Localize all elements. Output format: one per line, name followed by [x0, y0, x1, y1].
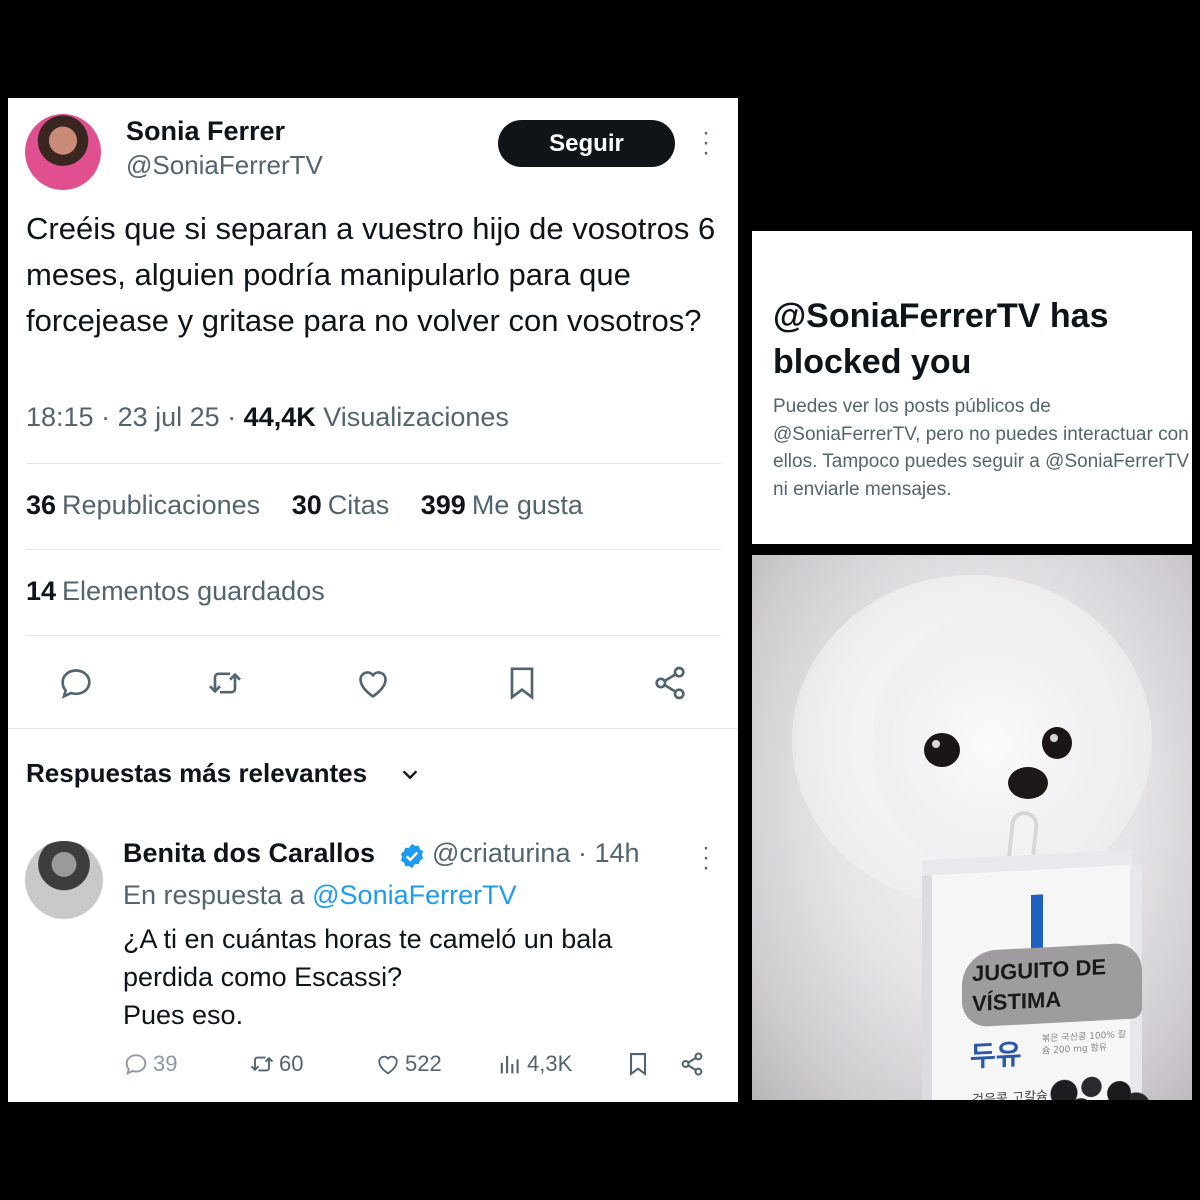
reply-views-action[interactable]: 4,3K	[496, 1050, 572, 1078]
author-handle[interactable]: @SoniaFerrerTV	[126, 150, 323, 181]
reply-author-name[interactable]: Benita dos Carallos	[123, 838, 375, 869]
reply-actions: 39 60 522 4,3K	[8, 1050, 738, 1090]
replies-sort-label[interactable]: Respuestas más relevantes	[26, 758, 367, 789]
reply-repost-action[interactable]: 60	[248, 1050, 303, 1078]
bookmark-icon	[629, 1053, 647, 1077]
divider	[26, 549, 721, 550]
views-count: 44,4K	[243, 402, 316, 432]
reply-author-avatar[interactable]	[25, 841, 103, 919]
dog-left-eye	[924, 733, 960, 767]
reply-share-action[interactable]	[678, 1050, 706, 1078]
divider	[8, 728, 738, 729]
blocked-title: @SoniaFerrerTV has blocked you	[773, 297, 1109, 381]
engagement-stats: 36 Republicaciones 30 Citas 399 Me gusta	[26, 490, 607, 521]
repost-icon[interactable]	[205, 663, 245, 703]
meme-image: JUGUITO DE VÍSTIMA 두유 볶은 국산콩 100% 칼슘 200…	[752, 555, 1192, 1100]
likes-stat[interactable]: 399 Me gusta	[421, 490, 583, 520]
reposts-stat[interactable]: 36 Republicaciones	[26, 490, 260, 520]
reply-replies-action[interactable]: 39	[122, 1050, 177, 1078]
dog-nose	[1008, 767, 1048, 799]
quotes-stat[interactable]: 30 Citas	[292, 490, 390, 520]
share-icon	[681, 1052, 703, 1076]
reply-icon	[125, 1054, 147, 1076]
follow-button[interactable]: Seguir	[498, 120, 675, 167]
views-label: Visualizaciones	[323, 402, 509, 432]
bookmark-icon[interactable]	[502, 663, 542, 703]
tweet-date[interactable]: 23 jul 25	[118, 402, 220, 432]
reply-more-options-icon[interactable]: · · ·	[698, 836, 714, 880]
sticker-text: JUGUITO DE VÍSTIMA	[972, 954, 1107, 1017]
divider	[26, 635, 721, 636]
author-name[interactable]: Sonia Ferrer	[126, 116, 285, 147]
carton-bottom-text: 검은콩 고칼슘	[972, 1089, 1048, 1100]
carton-small-print: 볶은 국산콩 100% 칼슘 200 mg 함유	[1042, 1030, 1126, 1057]
tweet-meta: 18:15 · 23 jul 25 · 44,4K Visualizacione…	[26, 402, 509, 432]
juice-carton: JUGUITO DE VÍSTIMA 두유 볶은 국산콩 100% 칼슘 200…	[922, 864, 1152, 1100]
dog-face	[872, 615, 1112, 875]
mention-link[interactable]: @SoniaFerrerTV	[312, 880, 516, 910]
analytics-icon	[500, 1055, 519, 1074]
carton-stripe	[1031, 894, 1043, 956]
carton-brand: 두유	[970, 1037, 1022, 1074]
repost-icon	[250, 1056, 274, 1072]
author-avatar[interactable]	[25, 114, 101, 190]
reply-time[interactable]: 14h	[594, 838, 639, 868]
reply-author-handle: @criaturina · 14h	[432, 838, 640, 868]
dog-right-eye	[1042, 727, 1072, 759]
like-icon[interactable]	[353, 663, 393, 703]
verified-badge-icon	[400, 843, 424, 869]
reply-like-action[interactable]: 522	[374, 1050, 442, 1078]
like-icon	[378, 1055, 398, 1075]
in-reply-to: En respuesta a @SoniaFerrerTV	[123, 880, 517, 910]
tweet-text: Creéis que si separan a vuestro hijo de …	[26, 211, 716, 338]
reply-bookmark-action[interactable]	[624, 1050, 652, 1078]
reply-text: ¿A ti en cuántas horas te cameló un bala…	[123, 924, 613, 1030]
share-icon[interactable]	[650, 663, 690, 703]
blocked-description: Puedes ver los posts públicos de @SoniaF…	[773, 396, 1190, 500]
black-beans	[1042, 1068, 1152, 1100]
tweet-time[interactable]: 18:15	[26, 402, 94, 432]
blocked-notice: @SoniaFerrerTV has blocked you Puedes ve…	[752, 231, 1192, 544]
bookmarks-stat[interactable]: 14 Elementos guardados	[26, 576, 325, 607]
tweet-panel: Sonia Ferrer @SoniaFerrerTV Seguir · · · C…	[8, 98, 738, 1102]
more-options-icon[interactable]: · · ·	[698, 121, 714, 165]
reply-icon[interactable]	[56, 663, 96, 703]
chevron-down-icon[interactable]	[399, 764, 421, 786]
divider	[26, 463, 721, 464]
